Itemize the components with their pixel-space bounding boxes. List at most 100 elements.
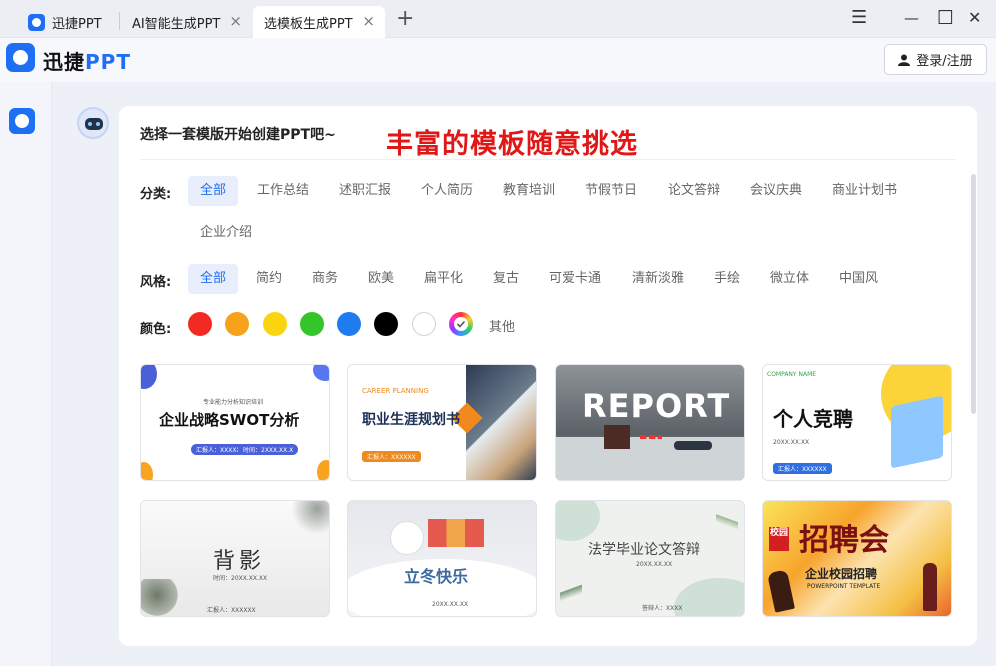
template-title: 立冬快乐: [404, 567, 469, 586]
template-headline: 招聘会: [799, 523, 889, 558]
template-card-career[interactable]: CAREER PLANNING 职业生涯规划书 汇报人：XXXXXX: [347, 364, 537, 481]
minimize-icon[interactable]: —: [904, 6, 919, 30]
template-title: 职业生涯规划书: [362, 412, 460, 428]
color-swatch-black[interactable]: [374, 312, 398, 336]
left-sidebar: [0, 82, 52, 666]
template-title: REPORT: [582, 387, 731, 425]
template-presenter: 汇报人：XXXXXX: [207, 607, 256, 614]
style-simple[interactable]: 简约: [244, 264, 294, 294]
template-tag: 时间：2XXX.XX.X: [238, 444, 299, 455]
style-cartoon[interactable]: 可爱卡通: [537, 264, 613, 294]
login-label: 登录/注册: [916, 54, 973, 69]
decor-shape: [317, 460, 329, 480]
promo-banner: 丰富的模板随意挑选: [386, 129, 638, 160]
template-card-campus-recruit[interactable]: 校园 招聘会 企业校园招聘 POWERPOINT TEMPLATE: [762, 500, 952, 617]
template-title: 法学毕业论文答辩: [588, 542, 700, 558]
template-date: 20XX.XX.XX: [432, 601, 469, 608]
template-title: 个人竞聘: [773, 407, 853, 431]
category-ceremony[interactable]: 会议庆典: [738, 176, 814, 206]
color-label: 颜色:: [140, 322, 172, 337]
category-education[interactable]: 教育培训: [491, 176, 567, 206]
color-picker-icon[interactable]: [449, 312, 473, 336]
style-business[interactable]: 商务: [300, 264, 350, 294]
style-western[interactable]: 欧美: [356, 264, 406, 294]
tab-template-generate[interactable]: 选模板生成PPT ×: [253, 6, 385, 38]
template-card-report[interactable]: REPORT: [555, 364, 745, 481]
template-kicker: CAREER PLANNING: [362, 387, 429, 395]
seal-badge: 校园: [769, 527, 789, 551]
category-company[interactable]: 企业介绍: [188, 218, 264, 248]
decor-leaf: [716, 505, 738, 539]
decor-gifts: [428, 519, 484, 547]
category-business-plan[interactable]: 商业计划书: [820, 176, 909, 206]
category-holiday[interactable]: 节假节日: [573, 176, 649, 206]
template-date: 时间：20XX.XX.XX: [213, 575, 268, 582]
decor-figure: [767, 569, 795, 613]
style-3d[interactable]: 微立体: [758, 264, 821, 294]
tab-home[interactable]: 迅捷PPT: [18, 6, 118, 38]
decor-shape: [141, 365, 157, 389]
color-other[interactable]: 其他: [489, 316, 515, 335]
decor-illustration: [891, 395, 943, 469]
template-tag: 汇报人：XXXXXX: [362, 451, 421, 462]
template-card-lidong[interactable]: 立冬快乐 20XX.XX.XX: [347, 500, 537, 617]
decor-leaf: [560, 573, 582, 613]
login-button[interactable]: 登录/注册: [884, 44, 987, 75]
color-swatch-orange[interactable]: [225, 312, 249, 336]
template-title: 背影: [213, 549, 266, 574]
app-logo-icon: [6, 43, 35, 72]
template-card-beiying[interactable]: 背影 汇报人：XXXXXX 时间：20XX.XX.XX: [140, 500, 330, 617]
close-icon[interactable]: ×: [362, 13, 375, 29]
template-card-competition[interactable]: COMPANY NAME 个人竞聘 20XX.XX.XX 汇报人：XXXXXX: [762, 364, 952, 481]
color-swatch-red[interactable]: [188, 312, 212, 336]
style-fresh[interactable]: 清新淡雅: [620, 264, 696, 294]
app-logo-icon: [28, 13, 45, 31]
style-label: 风格:: [140, 275, 172, 290]
template-title: 企业校园招聘: [805, 567, 878, 581]
logo-brand: PPT: [85, 50, 131, 74]
tab-separator: [119, 12, 120, 30]
close-window-icon[interactable]: ✕: [968, 6, 981, 30]
category-work-summary[interactable]: 工作总结: [245, 176, 321, 206]
decor-willow: [141, 579, 181, 616]
style-handdrawn[interactable]: 手绘: [702, 264, 752, 294]
prompt-text: 选择一套模版开始创建PPT吧~: [140, 127, 336, 143]
scrollbar[interactable]: [971, 174, 976, 414]
style-flat[interactable]: 扁平化: [412, 264, 475, 294]
close-icon[interactable]: ×: [229, 13, 242, 29]
template-date: 20XX.XX.XX: [773, 439, 810, 446]
color-swatch-green[interactable]: [300, 312, 324, 336]
style-all[interactable]: 全部: [188, 264, 239, 294]
category-thesis[interactable]: 论文答辩: [656, 176, 732, 206]
decor-snow: [556, 437, 744, 480]
color-swatch-yellow[interactable]: [263, 312, 287, 336]
decor-shape: [141, 462, 153, 480]
template-en: POWERPOINT TEMPLATE: [807, 583, 881, 590]
decor-bear: [390, 521, 424, 555]
maximize-icon[interactable]: ☐: [937, 6, 954, 30]
template-title: 企业战略SWOT分析: [159, 411, 300, 429]
template-card-swot[interactable]: 专业能力分析知识培训 企业战略SWOT分析 汇报人：XXXXX 时间：2XXX.…: [140, 364, 330, 481]
tab-label: 选模板生成PPT: [264, 16, 353, 32]
template-kicker: COMPANY NAME: [767, 371, 817, 378]
category-all[interactable]: 全部: [188, 176, 239, 206]
tab-bar: 迅捷PPT AI智能生成PPT × 选模板生成PPT × + ☰ — ☐ ✕: [0, 0, 996, 38]
style-chinese[interactable]: 中国风: [827, 264, 890, 294]
category-label: 分类:: [140, 187, 172, 202]
decor-figure: [923, 563, 937, 611]
template-card-law-thesis[interactable]: 法学毕业论文答辩 20XX.XX.XX 答辩人：XXXX: [555, 500, 745, 617]
decor-dots: [640, 435, 662, 439]
category-report[interactable]: 述职汇报: [327, 176, 403, 206]
color-swatch-blue[interactable]: [337, 312, 361, 336]
template-subtitle: 专业能力分析知识培训: [203, 399, 264, 406]
decor-shape: [674, 578, 744, 616]
assistant-avatar: [77, 107, 109, 139]
new-tab-plus-icon[interactable]: +: [396, 5, 414, 33]
color-swatch-white[interactable]: [412, 312, 436, 336]
style-retro[interactable]: 复古: [481, 264, 531, 294]
tab-ai-generate[interactable]: AI智能生成PPT ×: [122, 6, 252, 38]
menu-icon[interactable]: ☰: [851, 6, 867, 30]
sidebar-home-icon[interactable]: [9, 108, 35, 134]
category-resume[interactable]: 个人简历: [409, 176, 485, 206]
tab-label: AI智能生成PPT: [132, 16, 221, 32]
